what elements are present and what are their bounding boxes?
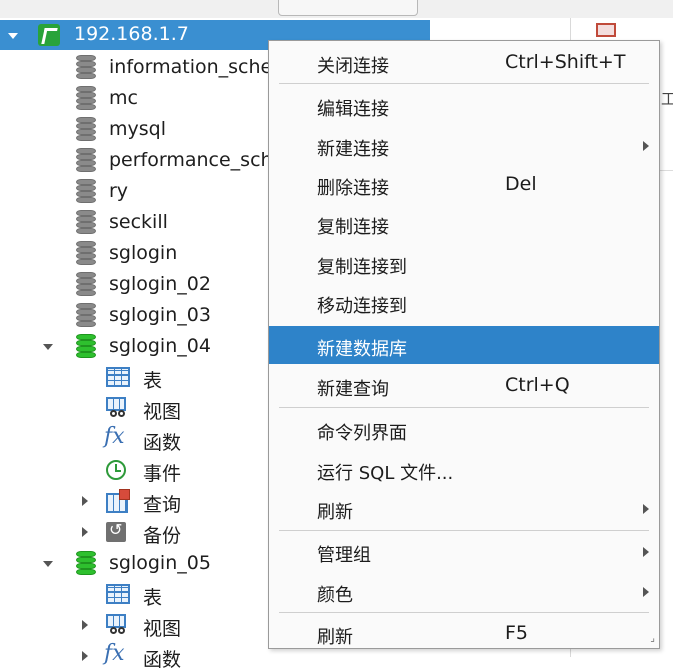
submenu-arrow-icon xyxy=(643,587,649,597)
menu-item-label: 刷新 xyxy=(317,627,353,648)
database-open-icon xyxy=(76,551,96,575)
menu-separator xyxy=(279,83,649,84)
submenu-arrow-icon xyxy=(643,547,649,557)
object-label: 视图 xyxy=(143,401,182,423)
object-label: 表 xyxy=(143,370,163,392)
menu-item-new-connection[interactable]: 新建连接 xyxy=(269,127,659,163)
database-closed-icon xyxy=(76,272,96,296)
table-icon xyxy=(106,584,130,604)
context-menu: 关闭连接 Ctrl+Shift+T 编辑连接 新建连接 删除连接 Del 复制连… xyxy=(268,40,660,649)
object-label: 函数 xyxy=(143,649,182,671)
menu-item-new-database[interactable]: 新建数据库 xyxy=(269,326,659,364)
right-panel-partial-text: 工 xyxy=(661,90,673,108)
menu-item-label: 命令列界面 xyxy=(317,423,407,444)
menu-item-label: 移动连接到 xyxy=(317,296,407,317)
menu-item-label: 编辑连接 xyxy=(317,99,389,120)
toolbar-tab[interactable] xyxy=(278,0,418,16)
menu-item-label: 删除连接 xyxy=(317,178,389,199)
menu-item-new-query[interactable]: 新建查询 Ctrl+Q xyxy=(269,367,659,403)
menu-item-color[interactable]: 颜色 xyxy=(269,573,659,609)
menu-item-label: 管理组 xyxy=(317,545,371,566)
database-closed-icon xyxy=(76,210,96,234)
menu-item-delete-connection[interactable]: 删除连接 Del xyxy=(269,166,659,202)
menu-item-manage-group[interactable]: 管理组 xyxy=(269,533,659,569)
submenu-arrow-icon xyxy=(643,504,649,514)
db-name: sglogin_02 xyxy=(109,273,211,295)
collapse-arrow-icon[interactable] xyxy=(43,344,53,350)
collapse-arrow-icon[interactable] xyxy=(43,561,53,567)
query-icon xyxy=(106,489,130,513)
object-label: 视图 xyxy=(143,618,182,640)
menu-item-label: 复制连接 xyxy=(317,217,389,238)
menu-item-close-connection[interactable]: 关闭连接 Ctrl+Shift+T xyxy=(269,44,659,80)
database-closed-icon xyxy=(76,148,96,172)
menu-item-edit-connection[interactable]: 编辑连接 xyxy=(269,87,659,123)
view-icon xyxy=(106,397,128,417)
menu-separator xyxy=(279,530,649,531)
function-icon: fx xyxy=(104,641,125,666)
database-closed-icon xyxy=(76,117,96,141)
db-name: mc xyxy=(109,87,138,109)
object-label: 表 xyxy=(143,587,163,609)
connection-name: 192.168.1.7 xyxy=(74,23,189,45)
database-closed-icon xyxy=(76,241,96,265)
menu-item-refresh[interactable]: 刷新 F5 xyxy=(269,615,659,651)
menu-item-label: 刷新 xyxy=(317,502,353,523)
top-toolbar-strip xyxy=(0,0,673,18)
db-name: mysql xyxy=(109,118,166,140)
expand-arrow-icon[interactable] xyxy=(82,651,88,661)
menu-separator xyxy=(279,407,649,408)
menu-item-label: 新建连接 xyxy=(317,139,389,160)
collapse-arrow-icon[interactable] xyxy=(8,33,18,39)
database-closed-icon xyxy=(76,179,96,203)
menu-item-move-connection-to[interactable]: 移动连接到 xyxy=(269,284,659,320)
expand-arrow-icon[interactable] xyxy=(82,620,88,630)
table-icon xyxy=(106,367,130,387)
db-name: ry xyxy=(109,180,129,202)
event-clock-icon xyxy=(106,460,126,480)
database-closed-icon xyxy=(76,303,96,327)
menu-item-label: 运行 SQL 文件... xyxy=(317,463,454,484)
database-closed-icon xyxy=(76,55,96,79)
resize-grip-icon[interactable]: ⌟ xyxy=(650,633,655,644)
expand-arrow-icon[interactable] xyxy=(82,496,88,506)
menu-item-copy-connection[interactable]: 复制连接 xyxy=(269,205,659,241)
query-icon xyxy=(596,22,616,37)
menu-item-label: 新建数据库 xyxy=(317,339,407,360)
menu-item-shortcut: Ctrl+Q xyxy=(505,374,570,396)
database-open-icon xyxy=(76,334,96,358)
menu-item-label: 关闭连接 xyxy=(317,56,389,77)
backup-icon xyxy=(106,520,126,542)
menu-item-command-line[interactable]: 命令列界面 xyxy=(269,411,659,447)
menu-item-run-sql-file[interactable]: 运行 SQL 文件... xyxy=(269,451,659,487)
menu-separator xyxy=(279,612,649,613)
object-label: 查询 xyxy=(143,494,182,516)
menu-item-refresh-submenu[interactable]: 刷新 xyxy=(269,490,659,526)
menu-item-shortcut: F5 xyxy=(505,622,529,644)
menu-item-copy-connection-to[interactable]: 复制连接到 xyxy=(269,245,659,281)
view-icon xyxy=(106,614,128,634)
menu-item-label: 复制连接到 xyxy=(317,257,407,278)
db-name: sglogin_04 xyxy=(109,335,211,357)
object-label: 函数 xyxy=(143,432,182,454)
menu-item-label: 新建查询 xyxy=(317,379,389,400)
menu-item-shortcut: Ctrl+Shift+T xyxy=(505,51,626,73)
db-name: sglogin_05 xyxy=(109,552,211,574)
menu-item-label: 颜色 xyxy=(317,585,353,606)
db-name: seckill xyxy=(109,211,168,233)
object-label: 事件 xyxy=(143,463,182,485)
menu-item-shortcut: Del xyxy=(505,173,537,195)
database-closed-icon xyxy=(76,86,96,110)
expand-arrow-icon[interactable] xyxy=(82,527,88,537)
mysql-connection-icon xyxy=(38,24,60,46)
object-label: 备份 xyxy=(143,525,182,547)
db-name: sglogin_03 xyxy=(109,304,211,326)
db-name: sglogin xyxy=(109,242,178,264)
function-icon: fx xyxy=(104,424,125,449)
submenu-arrow-icon xyxy=(643,141,649,151)
